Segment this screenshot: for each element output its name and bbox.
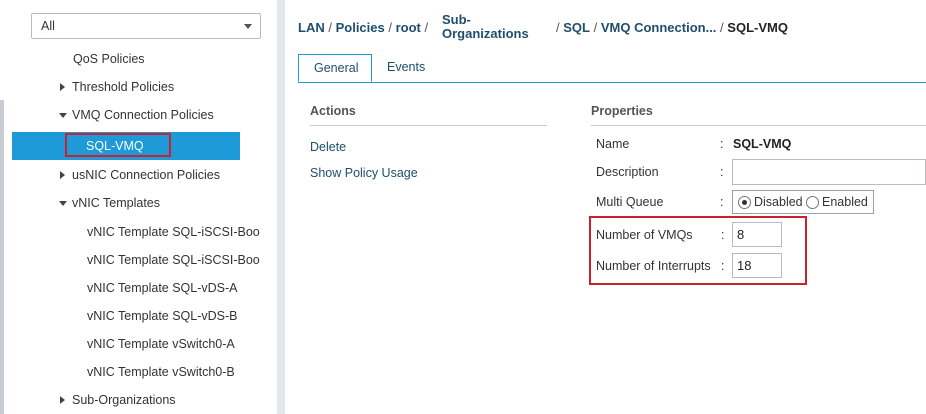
- breadcrumb-separator: /: [328, 20, 332, 35]
- actions-heading: Actions: [310, 104, 356, 118]
- tree-item[interactable]: vNIC Template SQL-vDS-A: [5, 277, 277, 299]
- breadcrumb-suborg-line1: Sub-: [442, 12, 471, 27]
- tree-item[interactable]: vNIC Template SQL-iSCSI-Boo: [5, 221, 277, 243]
- breadcrumb-separator: /: [388, 20, 392, 35]
- breadcrumb-current: SQL-VMQ: [727, 20, 788, 35]
- description-label: Description: [596, 165, 659, 179]
- tree-item-label: vNIC Template SQL-vDS-A: [87, 281, 238, 295]
- breadcrumb-separator: /: [720, 20, 724, 35]
- tree-item-label: VMQ Connection Policies: [72, 108, 214, 122]
- disabled-radio[interactable]: [738, 196, 751, 209]
- tree-item[interactable]: QoS Policies: [5, 48, 277, 70]
- tree-item-label: vNIC Template SQL-vDS-B: [87, 309, 238, 323]
- delete-link[interactable]: Delete: [310, 140, 346, 154]
- colon: :: [720, 137, 724, 151]
- caret-down-icon[interactable]: [59, 113, 67, 118]
- breadcrumb-tail: / SQL / VMQ Connection... / SQL-VMQ: [556, 20, 788, 35]
- breadcrumb-root[interactable]: root: [396, 20, 421, 35]
- description-input[interactable]: [732, 159, 926, 185]
- tree-item[interactable]: Threshold Policies: [5, 76, 277, 98]
- tree-item-label: vNIC Template vSwitch0-A: [87, 337, 235, 351]
- properties-heading: Properties: [591, 104, 653, 118]
- name-value: SQL-VMQ: [733, 137, 792, 151]
- tree-item[interactable]: usNIC Connection Policies: [5, 164, 277, 186]
- tab-events[interactable]: Events: [387, 54, 425, 82]
- breadcrumb-lan[interactable]: LAN: [298, 20, 325, 35]
- tree-item[interactable]: vNIC Template SQL-vDS-B: [5, 305, 277, 327]
- tab-underline: [298, 82, 926, 83]
- breadcrumb-sub-organizations[interactable]: Sub- Organizations: [442, 13, 529, 41]
- tab-general[interactable]: General: [298, 54, 372, 82]
- chevron-down-icon: [244, 24, 252, 29]
- actions-divider: [310, 125, 547, 126]
- caret-right-icon[interactable]: [60, 171, 65, 179]
- caret-right-icon[interactable]: [60, 83, 65, 91]
- navigation-sidebar: All QoS Policies Threshold Policies VMQ Co…: [5, 0, 277, 414]
- tree-item-label: vNIC Template vSwitch0-B: [87, 365, 235, 379]
- colon: :: [720, 165, 724, 179]
- tree-item[interactable]: VMQ Connection Policies: [5, 104, 277, 126]
- breadcrumb-sql[interactable]: SQL: [563, 20, 590, 35]
- left-edge-bar: [0, 100, 4, 414]
- breadcrumb-suborg-line2: Organizations: [442, 26, 529, 41]
- tree-item-label: vNIC Templates: [72, 196, 160, 210]
- breadcrumb-vmq-connection[interactable]: VMQ Connection...: [601, 20, 717, 35]
- breadcrumb-policies[interactable]: Policies: [336, 20, 385, 35]
- tree-item[interactable]: vNIC Template vSwitch0-B: [5, 361, 277, 383]
- colon: :: [720, 195, 724, 209]
- main-panel: LAN / Policies / root / Sub- Organizatio…: [285, 0, 926, 414]
- tree-item[interactable]: vNIC Template SQL-iSCSI-Boo: [5, 249, 277, 271]
- breadcrumb-separator: /: [593, 20, 598, 35]
- tree-item-label: vNIC Template SQL-iSCSI-Boo: [87, 225, 260, 239]
- tree-item-label: vNIC Template SQL-iSCSI-Boo: [87, 253, 260, 267]
- tree-item-label: Sub-Organizations: [72, 393, 176, 407]
- tree-item[interactable]: vNIC Template vSwitch0-A: [5, 333, 277, 355]
- vmq-highlight-box: [589, 216, 807, 285]
- disabled-radio-label[interactable]: Disabled: [754, 195, 803, 209]
- tree-item-label: usNIC Connection Policies: [72, 168, 220, 182]
- tree-item[interactable]: SQL-VMQ: [12, 132, 240, 160]
- breadcrumb-separator: /: [424, 20, 429, 35]
- show-policy-usage-link[interactable]: Show Policy Usage: [310, 166, 418, 180]
- sidebar-splitter[interactable]: [277, 0, 285, 414]
- multi-queue-radio-group: Disabled Enabled: [732, 190, 874, 214]
- properties-divider: [591, 125, 926, 126]
- caret-right-icon[interactable]: [60, 396, 65, 404]
- enabled-radio-label[interactable]: Enabled: [822, 195, 868, 209]
- filter-dropdown[interactable]: All: [31, 13, 261, 39]
- tree-item-label: Threshold Policies: [72, 80, 175, 94]
- caret-down-icon[interactable]: [59, 201, 67, 206]
- multi-queue-label: Multi Queue: [596, 195, 664, 209]
- selection-highlight-box: [65, 133, 171, 157]
- tree-item[interactable]: vNIC Templates: [5, 192, 277, 214]
- tree-item-label: QoS Policies: [73, 52, 145, 66]
- breadcrumb-separator: /: [556, 20, 560, 35]
- name-label: Name: [596, 137, 630, 151]
- tree-item[interactable]: Sub-Organizations: [5, 389, 277, 411]
- enabled-radio[interactable]: [806, 196, 819, 209]
- breadcrumb: LAN / Policies / root /: [298, 20, 428, 35]
- filter-value: All: [41, 19, 55, 33]
